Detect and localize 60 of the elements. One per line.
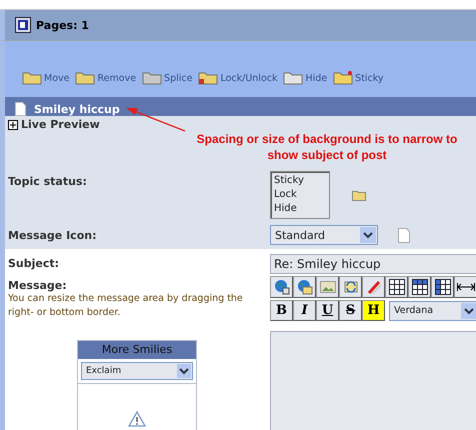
format-button[interactable]: H xyxy=(362,300,385,321)
font-select[interactable]: Verdana xyxy=(389,300,476,320)
moderation-link[interactable]: Move xyxy=(22,71,70,85)
dropdown-arrow-icon xyxy=(461,302,476,318)
table-icon xyxy=(434,279,450,295)
format-button[interactable]: B xyxy=(270,300,293,321)
editor-tool-button[interactable] xyxy=(293,276,316,298)
folder-icon xyxy=(142,71,162,85)
topic-status-label: Topic status: xyxy=(7,174,88,190)
status-option[interactable]: Hide xyxy=(274,202,326,216)
table-icon xyxy=(412,279,428,295)
folder-icon xyxy=(283,71,304,85)
folder-icon xyxy=(198,71,218,85)
warning-icon[interactable] xyxy=(128,411,146,427)
editor-tool-button[interactable] xyxy=(270,276,293,298)
annotation-text: Spacing or size of background is to narrow to show subject of post xyxy=(196,131,458,163)
editor-tool-button[interactable] xyxy=(454,276,476,298)
format-button[interactable]: U xyxy=(316,300,339,321)
page-icon xyxy=(398,228,410,242)
folder-icon xyxy=(333,71,354,85)
table-icon xyxy=(388,279,404,295)
smilies-title: More Smilies xyxy=(78,341,196,359)
smilies-category-select[interactable]: Exclaim xyxy=(81,362,193,380)
format-button[interactable]: S xyxy=(339,300,362,321)
folder-icon xyxy=(352,190,366,200)
editor-tool-button[interactable] xyxy=(339,276,362,298)
width-arrow-icon xyxy=(456,282,474,292)
image-icon xyxy=(320,281,336,293)
page-icon xyxy=(15,102,26,116)
moderation-link[interactable]: Remove xyxy=(75,71,136,85)
moderation-link[interactable]: Hide xyxy=(283,71,328,85)
message-icon-select[interactable]: Standard xyxy=(270,225,378,245)
message-icon-label: Message Icon: xyxy=(7,228,98,244)
globe-icon xyxy=(274,279,290,295)
message-hint: You can resize the message area by dragging the right- or bottom border. xyxy=(7,292,244,320)
moderation-link[interactable]: Lock/Unlock xyxy=(198,71,278,85)
editor-tool-button[interactable] xyxy=(431,276,454,298)
subject-field[interactable]: Re: Smiley hiccup xyxy=(270,254,476,274)
editor-tool-button[interactable] xyxy=(362,276,385,298)
pages-label: Pages: 1 xyxy=(36,18,89,32)
live-preview-toggle[interactable]: Live Preview xyxy=(5,116,476,131)
post-subject: Smiley hiccup xyxy=(34,103,120,116)
folder-icon xyxy=(22,71,42,85)
document-icon xyxy=(15,17,31,33)
refresh-icon xyxy=(342,279,358,295)
moderation-link[interactable]: Splice xyxy=(142,71,192,85)
format-button[interactable]: I xyxy=(293,300,316,321)
subject-label: Subject: xyxy=(7,257,60,272)
status-option[interactable]: Lock xyxy=(274,188,326,202)
topic-status-listbox[interactable]: Sticky Lock Hide xyxy=(270,171,330,219)
editor-tool-button[interactable] xyxy=(316,276,339,298)
brush-icon xyxy=(366,279,382,295)
editor-tool-button[interactable] xyxy=(385,276,408,298)
annotation-arrow xyxy=(126,108,186,132)
folder-icon xyxy=(75,71,96,85)
moderation-link[interactable]: Sticky xyxy=(333,71,384,85)
status-option[interactable]: Sticky xyxy=(274,174,326,188)
globe-icon xyxy=(296,279,312,295)
editor-tool-button[interactable] xyxy=(408,276,431,298)
message-label: Message: xyxy=(7,279,68,292)
